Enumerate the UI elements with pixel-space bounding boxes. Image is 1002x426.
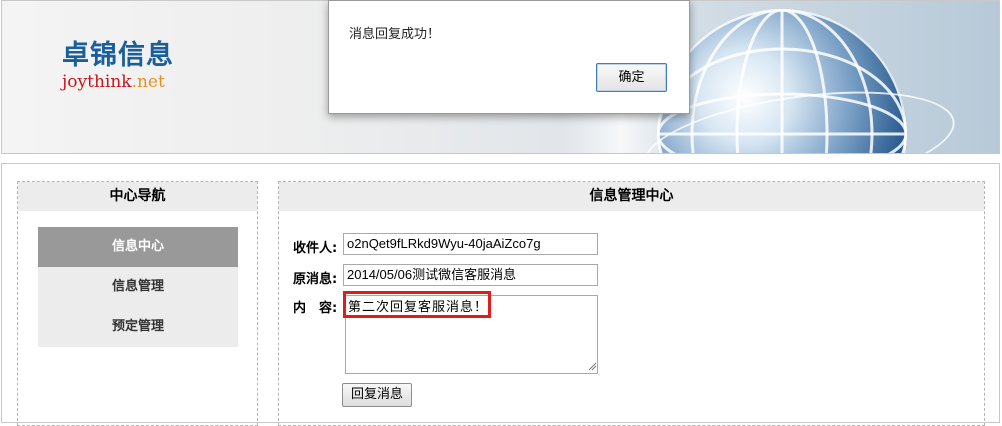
recipient-label: 收件人:: [293, 241, 338, 256]
content-title: 信息管理中心: [279, 182, 984, 211]
sidebar-item-info-center[interactable]: 信息中心: [38, 227, 238, 267]
logo-domain-tld: .net: [131, 72, 165, 92]
logo-chinese-name: 卓锦信息: [62, 40, 174, 71]
original-message-label: 原消息:: [293, 272, 338, 287]
alert-message: 消息回复成功！: [349, 27, 441, 42]
reply-button[interactable]: 回复消息: [342, 383, 412, 407]
alert-ok-button[interactable]: 确定: [596, 63, 667, 92]
resize-grip-icon[interactable]: [588, 362, 597, 371]
sidebar-panel: 中心导航 信息中心 信息管理 预定管理: [17, 181, 258, 426]
logo-domain: joythink.net: [62, 71, 174, 93]
alert-dialog: 消息回复成功！ 确定: [328, 0, 690, 114]
original-message-field[interactable]: 2014/05/06测试微信客服消息: [343, 264, 598, 286]
sidebar-title: 中心导航: [18, 182, 257, 211]
logo-domain-name: joythink: [62, 72, 132, 92]
sidebar-item-info-management[interactable]: 信息管理: [38, 267, 238, 307]
sidebar-nav: 信息中心 信息管理 预定管理: [38, 227, 238, 347]
highlight-box: [343, 291, 491, 318]
sidebar-item-booking-management[interactable]: 预定管理: [38, 307, 238, 347]
content-label: 内 容:: [293, 301, 338, 316]
recipient-field[interactable]: o2nQet9fLRkd9Wyu-40jaAiZco7g: [343, 233, 598, 255]
logo: 卓锦信息 joythink.net: [62, 41, 174, 93]
